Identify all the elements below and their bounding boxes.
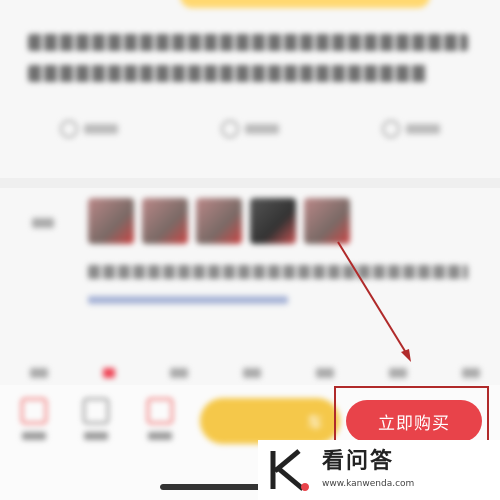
- watermark-url: www.kanwenda.com: [322, 479, 415, 489]
- like-action[interactable]: [60, 120, 118, 138]
- thumbnail[interactable]: [88, 198, 134, 244]
- section-divider: [0, 178, 500, 188]
- thumbnail[interactable]: [250, 198, 296, 244]
- comment-action[interactable]: [221, 120, 279, 138]
- product-description: [88, 265, 468, 279]
- like-icon: [60, 120, 78, 138]
- favorite-icon: [147, 398, 173, 424]
- promo-banner: [180, 0, 430, 8]
- nav-service[interactable]: [76, 398, 116, 440]
- thumbnail[interactable]: [304, 198, 350, 244]
- share-action[interactable]: [382, 120, 440, 138]
- product-thumbnails: [88, 198, 350, 244]
- thumbs-label: [32, 218, 54, 228]
- text-line: [28, 34, 468, 51]
- nav-store[interactable]: [14, 398, 54, 440]
- thumbnail[interactable]: [196, 198, 242, 244]
- watermark-brand: 看问答: [322, 449, 395, 474]
- text-line: [28, 65, 428, 82]
- product-link[interactable]: [88, 296, 288, 304]
- nav-favorite[interactable]: [140, 398, 180, 440]
- post-text: [28, 34, 468, 96]
- thumbnail[interactable]: [142, 198, 188, 244]
- service-icon: [83, 398, 109, 424]
- post-actions: [60, 120, 440, 138]
- store-icon: [21, 398, 47, 424]
- kanwenda-logo-icon: [258, 440, 318, 500]
- options-row: [30, 368, 480, 378]
- add-to-cart-button[interactable]: 车: [200, 398, 340, 444]
- cart-button-label: 车: [306, 413, 323, 432]
- comment-icon: [221, 120, 239, 138]
- watermark: 看问答 www.kanwenda.com: [258, 440, 500, 500]
- share-icon: [382, 120, 400, 138]
